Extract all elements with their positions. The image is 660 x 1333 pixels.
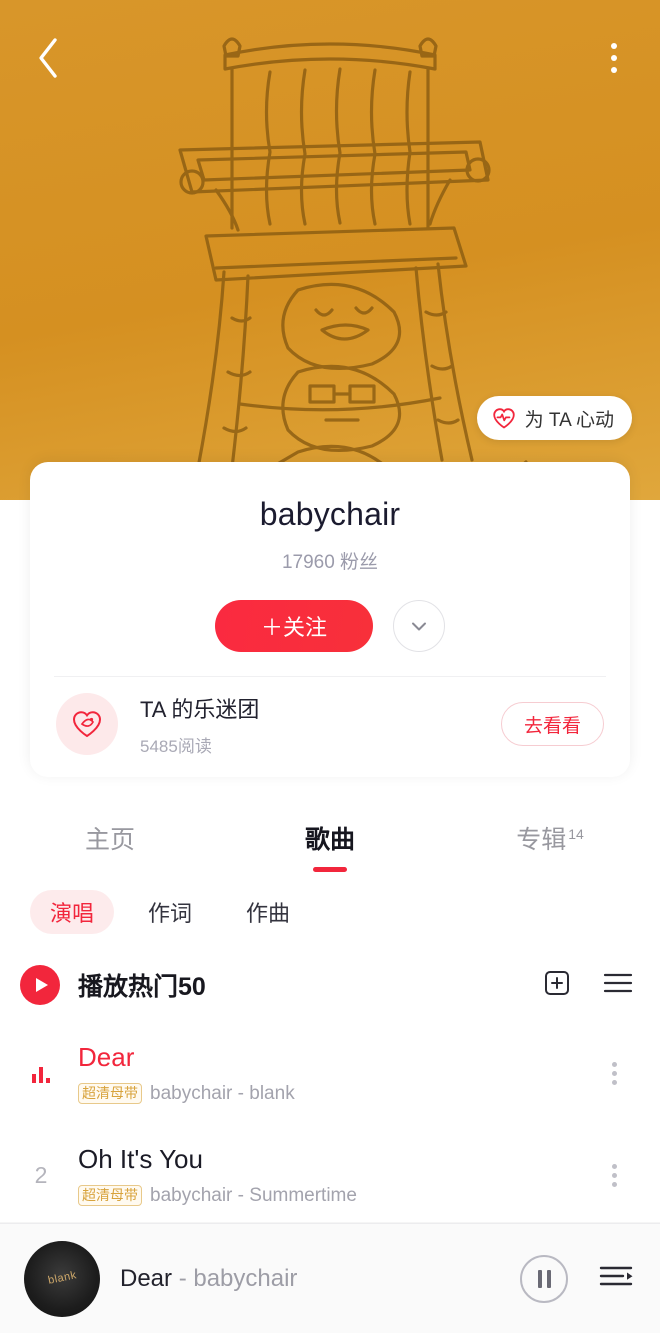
table-row[interactable]: 2 Oh It's You 超清母带 babychair - Summertim… <box>0 1124 660 1222</box>
expand-more-button[interactable] <box>393 600 445 652</box>
mini-player-info[interactable]: Dear - babychair <box>120 1265 520 1293</box>
batch-manage-icon <box>603 973 633 992</box>
add-to-playlist-icon <box>545 970 569 995</box>
status-badge: 超清母带 <box>78 1083 142 1104</box>
status-badge: 超清母带 <box>78 1185 142 1206</box>
pill-composition[interactable]: 作曲 <box>226 890 310 934</box>
playlist-icon <box>599 1266 633 1286</box>
play-all-button[interactable] <box>20 965 60 1005</box>
page-title: babychair <box>259 496 401 532</box>
heart-chip-label: 为 TA 心动 <box>524 409 614 431</box>
play-all-bar: 播放热门50 <box>0 952 660 1018</box>
mini-player-artist: babychair <box>193 1264 298 1292</box>
pause-button[interactable] <box>520 1254 568 1303</box>
song-title: Oh It's You <box>78 1143 203 1174</box>
chevron-down-icon <box>412 622 426 631</box>
fanclub-read-count: 5485阅读 <box>140 736 212 756</box>
play-all-icons <box>542 968 634 1003</box>
tab-albums-label: 专辑 <box>516 826 567 854</box>
playlist-button[interactable] <box>598 1261 634 1296</box>
song-body: Oh It's You 超清母带 babychair - Summertime <box>78 1144 594 1207</box>
heart-pulse-icon <box>492 408 515 429</box>
song-more-button[interactable] <box>594 1061 634 1085</box>
tab-home[interactable]: 主页 <box>0 820 220 856</box>
fanclub-heart-icon <box>72 711 102 738</box>
tab-active-underline <box>313 867 347 872</box>
follower-count: 17960 粉丝 <box>281 552 379 573</box>
more-vertical-icon <box>611 43 617 49</box>
role-filter-pills: 演唱 作词 作曲 <box>0 882 660 942</box>
song-subtitle: 超清母带 babychair - blank <box>78 1083 594 1105</box>
follow-button[interactable]: ＋关注 <box>215 600 373 652</box>
play-all-label: 播放热门50 <box>78 973 206 1001</box>
avatar <box>56 693 118 755</box>
song-more-button[interactable] <box>594 1163 634 1187</box>
heart-for-artist-button[interactable]: 为 TA 心动 <box>476 396 632 440</box>
tab-albums[interactable]: 专辑 14 <box>440 820 660 856</box>
mini-player-separator: - <box>172 1264 194 1292</box>
song-list: Dear 超清母带 babychair - blank 2 Oh It's Yo… <box>0 1022 660 1222</box>
pill-vocals[interactable]: 演唱 <box>30 890 115 934</box>
tab-home-label: 主页 <box>84 826 135 854</box>
mini-player-cover[interactable]: blank <box>24 1240 100 1317</box>
more-vertical-icon <box>611 1061 617 1067</box>
mini-player-song-title: Dear <box>120 1264 173 1292</box>
song-artist-album: babychair - Summertime <box>150 1184 357 1206</box>
tab-songs-label: 歌曲 <box>304 826 355 854</box>
fanclub-view-button[interactable]: 去看看 <box>500 702 604 746</box>
mini-player: blank Dear - babychair <box>0 1223 660 1333</box>
song-artist-album: babychair - blank <box>150 1082 295 1104</box>
more-vertical-icon <box>611 1163 617 1169</box>
back-button[interactable] <box>22 32 74 84</box>
more-vertical-icon <box>611 1172 617 1178</box>
mini-player-actions <box>520 1254 634 1303</box>
hero-artwork <box>148 37 528 500</box>
song-title: Dear <box>78 1041 135 1072</box>
artist-page: 为 TA 心动 babychair 17960 粉丝 ＋关注 TA 的乐迷团 5… <box>0 0 660 1333</box>
batch-manage-button[interactable] <box>602 970 634 1001</box>
song-playing-indicator <box>20 1063 62 1083</box>
song-index: 2 <box>34 1161 48 1188</box>
more-vertical-icon <box>611 55 617 61</box>
pill-lyrics[interactable]: 作词 <box>128 890 212 934</box>
fanclub-row[interactable]: TA 的乐迷团 5485阅读 去看看 <box>30 677 630 771</box>
add-to-playlist-button[interactable] <box>542 968 572 1003</box>
equalizer-icon <box>20 1063 62 1083</box>
tab-songs[interactable]: 歌曲 <box>220 820 440 872</box>
song-subtitle: 超清母带 babychair - Summertime <box>78 1185 594 1207</box>
section-tabs: 主页 歌曲 专辑 14 <box>0 800 660 876</box>
fanclub-name: TA 的乐迷团 <box>140 696 260 722</box>
more-vertical-icon <box>611 1181 617 1187</box>
more-vertical-icon <box>611 67 617 73</box>
mini-player-title-row: Dear - babychair <box>120 1265 520 1293</box>
cover-art-text: blank <box>46 1269 78 1288</box>
artist-info-card: babychair 17960 粉丝 ＋关注 TA 的乐迷团 5485阅读 去看… <box>30 462 630 777</box>
song-body: Dear 超清母带 babychair - blank <box>78 1042 594 1105</box>
more-vertical-icon <box>611 1070 617 1076</box>
more-options-button[interactable] <box>592 32 636 84</box>
fanclub-text: TA 的乐迷团 5485阅读 <box>140 692 501 757</box>
pause-icon <box>546 1269 551 1288</box>
table-row[interactable]: Dear 超清母带 babychair - blank <box>0 1022 660 1124</box>
pause-icon <box>537 1269 542 1288</box>
tab-albums-count: 14 <box>568 825 584 842</box>
more-vertical-icon <box>611 1079 617 1085</box>
play-icon <box>36 978 48 992</box>
chevron-left-icon <box>39 38 57 78</box>
artist-card-actions: ＋关注 <box>30 574 630 652</box>
